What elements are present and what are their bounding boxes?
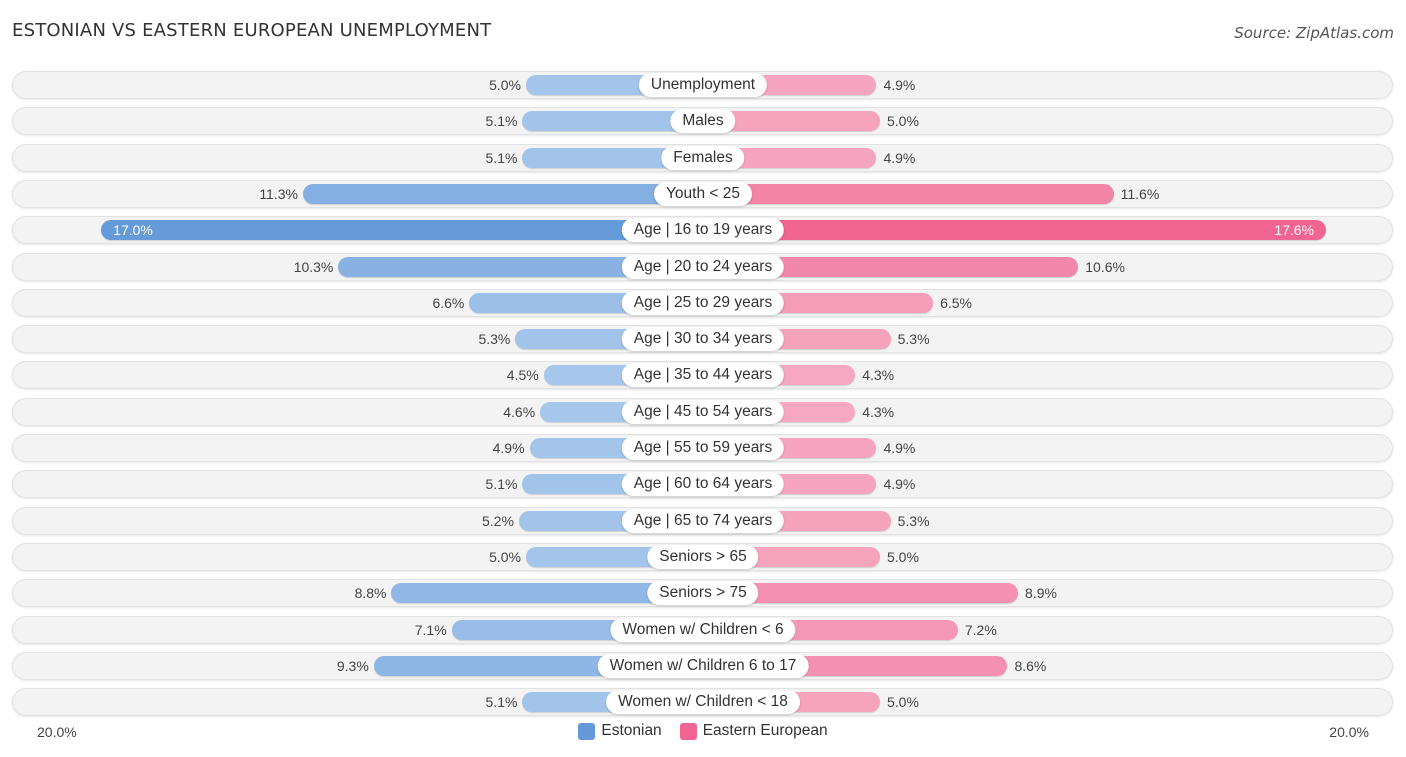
- category-label: Age | 35 to 44 years: [621, 363, 785, 388]
- category-label: Seniors > 65: [647, 544, 759, 569]
- legend-label-eastern-european: Eastern European: [702, 722, 828, 739]
- value-label-estonian: 5.1%: [485, 149, 518, 166]
- value-label-estonian: 17.0%: [113, 222, 153, 239]
- value-label-estonian: 4.9%: [492, 440, 525, 456]
- category-label: Women w/ Children < 18: [606, 690, 800, 715]
- value-label-estonian: 4.5%: [506, 367, 539, 384]
- value-label-eastern-european: 7.2%: [964, 621, 997, 638]
- category-label: Age | 25 to 29 years: [621, 290, 785, 315]
- category-label: Age | 30 to 34 years: [621, 327, 785, 352]
- value-label-estonian: 11.3%: [259, 185, 298, 202]
- category-label: Age | 20 to 24 years: [621, 254, 785, 279]
- value-label-estonian: 8.8%: [354, 585, 387, 602]
- value-label-eastern-european: 5.0%: [887, 694, 919, 711]
- legend-item-estonian[interactable]: Estonian: [578, 722, 662, 740]
- category-label: Females: [661, 145, 745, 170]
- value-label-estonian: 6.6%: [432, 294, 465, 311]
- bar-estonian[interactable]: [302, 183, 703, 204]
- bar-eastern-european[interactable]: [703, 183, 1114, 204]
- category-label: Age | 16 to 19 years: [621, 218, 785, 243]
- value-label-eastern-european: 4.3%: [862, 367, 895, 384]
- value-label-estonian: 5.1%: [485, 476, 518, 493]
- category-label: Seniors > 75: [647, 581, 759, 606]
- value-label-estonian: 5.1%: [485, 694, 518, 711]
- value-label-estonian: 5.1%: [485, 113, 518, 130]
- value-label-eastern-european: 5.3%: [897, 331, 930, 348]
- value-label-eastern-european: 5.0%: [887, 113, 919, 130]
- value-label-eastern-european: 4.3%: [862, 403, 895, 420]
- value-label-estonian: 5.0%: [489, 548, 521, 565]
- value-label-estonian: 5.2%: [482, 512, 514, 529]
- category-label: Women w/ Children 6 to 17: [597, 653, 809, 678]
- value-label-eastern-european: 5.3%: [897, 512, 930, 529]
- legend-swatch-eastern-european: [679, 722, 697, 740]
- value-label-eastern-european: 4.9%: [883, 149, 916, 166]
- value-label-estonian: 10.3%: [293, 258, 334, 275]
- category-label: Age | 45 to 54 years: [621, 399, 785, 424]
- value-label-eastern-european: 6.5%: [940, 294, 973, 311]
- value-label-estonian: 9.3%: [336, 657, 369, 674]
- bar-eastern-european[interactable]: [703, 220, 1327, 241]
- category-label: Women w/ Children < 6: [610, 617, 796, 642]
- category-label: Males: [670, 109, 736, 134]
- category-label: Youth < 25: [654, 181, 752, 206]
- value-label-eastern-european: 5.0%: [887, 548, 919, 565]
- chart-plot-area: 5.0% 4.9% Unemployment 5.1% 5.0% Males 5.1% 4.9…: [0, 0, 1406, 757]
- legend-label-estonian: Estonian: [601, 722, 662, 739]
- value-label-estonian: 4.6%: [503, 403, 536, 420]
- value-label-eastern-european: 4.9%: [883, 440, 916, 456]
- category-label: Age | 65 to 74 years: [621, 508, 785, 533]
- legend: Estonian Eastern European: [0, 722, 1406, 740]
- value-label-eastern-european: 8.6%: [1014, 657, 1047, 674]
- value-label-eastern-european: 17.6%: [1274, 222, 1315, 239]
- value-label-eastern-european: 11.6%: [1120, 185, 1160, 202]
- category-label: Age | 60 to 64 years: [621, 472, 785, 497]
- value-label-eastern-european: 10.6%: [1085, 258, 1125, 275]
- value-label-estonian: 5.3%: [478, 331, 511, 348]
- value-label-estonian: 5.0%: [489, 77, 521, 93]
- bar-estonian[interactable]: [101, 220, 703, 241]
- category-label: Unemployment: [638, 73, 768, 97]
- value-label-eastern-european: 8.9%: [1025, 585, 1057, 602]
- value-label-eastern-european: 4.9%: [883, 476, 916, 493]
- value-label-eastern-european: 4.9%: [883, 77, 916, 93]
- category-label: Age | 55 to 59 years: [621, 436, 785, 460]
- value-label-estonian: 7.1%: [414, 621, 447, 638]
- legend-item-eastern-european[interactable]: Eastern European: [679, 722, 828, 740]
- legend-swatch-estonian: [578, 722, 596, 740]
